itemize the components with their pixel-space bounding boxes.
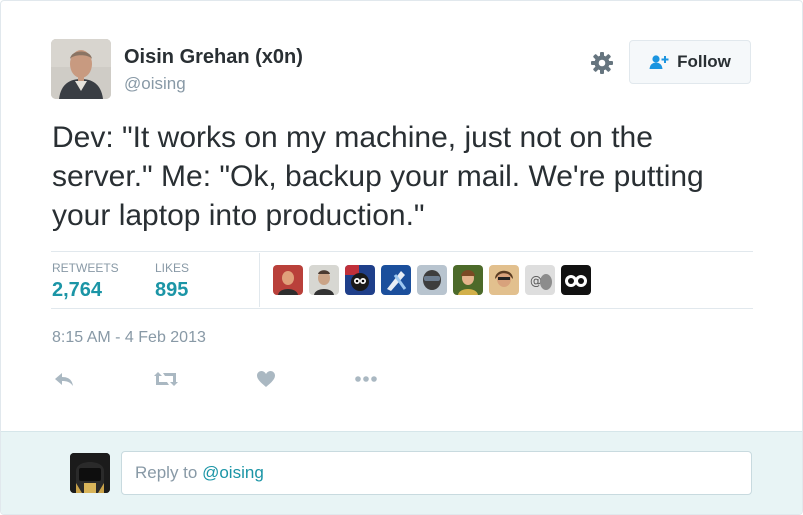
heart-icon[interactable] [251,366,281,392]
retweet-icon[interactable] [151,366,181,392]
stats-bottom-divider [51,308,753,309]
liker-avatars: @ [273,265,591,295]
current-user-avatar [70,453,110,493]
tweet-text: Dev: "It works on my machine, just not o… [52,121,704,232]
follow-label: Follow [677,52,731,71]
retweets-count[interactable]: 2,764 [52,279,102,302]
liker-avatar[interactable] [417,265,447,295]
retweets-label: RETWEETS [52,261,119,275]
liker-avatar[interactable] [309,265,339,295]
tweet-timestamp[interactable]: 8:15 AM - 4 Feb 2013 [52,329,206,347]
gear-icon[interactable] [589,50,615,76]
follow-button[interactable]: Follow [629,40,751,84]
stats-top-divider [51,251,753,252]
liker-avatar[interactable] [381,265,411,295]
liker-avatar[interactable] [561,265,591,295]
liker-avatar[interactable] [273,265,303,295]
reply-mention: @oising [202,463,264,482]
liker-avatar[interactable]: @ [525,265,555,295]
tweet-card: Oisin Grehan (x0n) @oising Follow Dev: "… [0,0,803,515]
more-icon[interactable] [351,366,381,392]
liker-avatar[interactable] [489,265,519,295]
liker-avatar[interactable] [453,265,483,295]
add-person-icon [649,54,669,70]
reply-input[interactable]: Reply to @oising [121,451,752,495]
reply-area: Reply to @oising [1,431,802,514]
likes-count[interactable]: 895 [155,279,188,302]
author-name[interactable]: Oisin Grehan (x0n) [124,46,303,69]
reply-icon[interactable] [49,366,79,392]
author-handle[interactable]: @oising [124,74,186,94]
stats-separator [259,253,260,307]
liker-avatar[interactable] [345,265,375,295]
author-avatar[interactable] [51,39,111,99]
likes-label: LIKES [155,261,190,275]
reply-placeholder: Reply to [135,463,203,482]
